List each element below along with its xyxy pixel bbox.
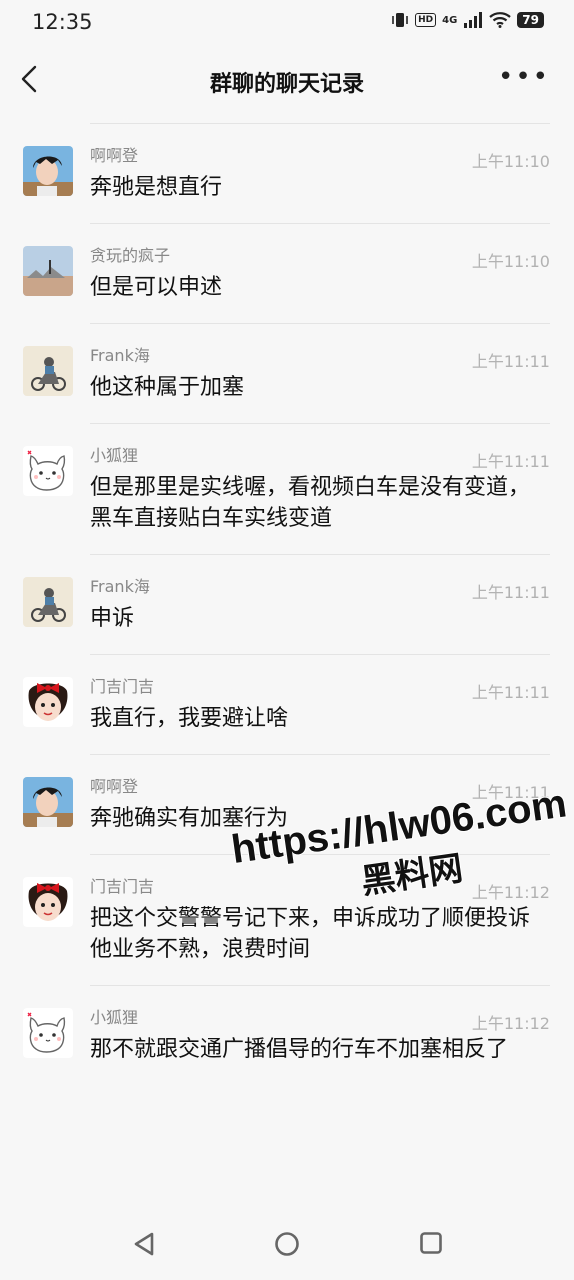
landscape-avatar[interactable] bbox=[23, 246, 73, 296]
message-text: 申诉 bbox=[90, 606, 135, 631]
message-time: 上午11:12 bbox=[471, 883, 550, 902]
status-time: 12:35 bbox=[32, 10, 93, 34]
message-time: 上午11:11 bbox=[471, 683, 550, 702]
cat-doodle-avatar[interactable] bbox=[23, 1008, 73, 1058]
message-text: 但是可以申述 bbox=[90, 275, 223, 300]
battery-icon: 79 bbox=[517, 12, 544, 28]
message-text: 奔驰确实有加塞行为 bbox=[90, 806, 289, 831]
message-list[interactable]: 啊啊登 奔驰是想直行 上午11:10 贪玩的疯子 但是可以申述 上午11:10 Frank海… bbox=[0, 123, 574, 1213]
message-time: 上午11:11 bbox=[471, 452, 550, 471]
message-item[interactable]: 小狐狸 那不就跟交通广播倡导的行车不加塞相反了 上午11:12 bbox=[23, 985, 550, 1085]
system-nav-bar bbox=[0, 1213, 574, 1280]
message-time: 上午11:10 bbox=[471, 252, 550, 271]
message-text: 奔驰是想直行 bbox=[90, 175, 223, 200]
girl-bow-avatar[interactable] bbox=[23, 877, 73, 927]
vibrate-icon bbox=[392, 13, 408, 27]
girl-bow-avatar[interactable] bbox=[23, 677, 73, 727]
message-time: 上午11:12 bbox=[471, 1014, 550, 1033]
recents-square-icon[interactable] bbox=[419, 1231, 443, 1255]
hd-icon: HD bbox=[415, 13, 437, 27]
message-item[interactable]: 门吉门吉 我直行，我要避让啥 上午11:11 bbox=[23, 654, 550, 754]
back-triangle-icon[interactable] bbox=[132, 1231, 156, 1257]
cat-doodle-avatar[interactable] bbox=[23, 446, 73, 496]
message-time: 上午11:11 bbox=[471, 583, 550, 602]
status-icons: HD 4G 79 bbox=[391, 12, 544, 28]
message-text: 他这种属于加塞 bbox=[90, 375, 245, 400]
boy-cartoon-avatar[interactable] bbox=[23, 777, 73, 827]
message-item[interactable]: 贪玩的疯子 但是可以申述 上午11:10 bbox=[23, 223, 550, 323]
message-text: 我直行，我要避让啥 bbox=[90, 706, 289, 731]
boy-cartoon-avatar[interactable] bbox=[23, 146, 73, 196]
message-text: 但是那里是实线喔，看视频白车是没有变道，黑车直接贴白车实线变道 bbox=[90, 475, 531, 531]
message-text: 把这个交警警号记下来，申诉成功了顺便投诉他业务不熟，浪费时间 bbox=[90, 906, 531, 962]
scooter-sketch-avatar[interactable] bbox=[23, 577, 73, 627]
scooter-sketch-avatar[interactable] bbox=[23, 346, 73, 396]
page-title: 群聊的聊天记录 bbox=[209, 72, 364, 97]
message-time: 上午11:11 bbox=[471, 352, 550, 371]
network-label: 4G bbox=[442, 14, 458, 26]
message-item[interactable]: 啊啊登 奔驰是想直行 上午11:10 bbox=[23, 123, 550, 223]
message-item[interactable]: Frank海 申诉 上午11:11 bbox=[23, 554, 550, 654]
wifi-icon bbox=[489, 12, 512, 28]
message-item[interactable]: Frank海 他这种属于加塞 上午11:11 bbox=[23, 323, 550, 423]
message-time: 上午11:11 bbox=[471, 783, 550, 802]
status-bar: 12:35 HD 4G 79 bbox=[0, 0, 574, 44]
message-text: 那不就跟交通广播倡导的行车不加塞相反了 bbox=[90, 1037, 509, 1062]
header: 群聊的聊天记录 ••• bbox=[0, 44, 574, 116]
message-item[interactable]: 门吉门吉 把这个交警警号记下来，申诉成功了顺便投诉他业务不熟，浪费时间 上午11:1… bbox=[23, 854, 550, 985]
message-item[interactable]: 小狐狸 但是那里是实线喔，看视频白车是没有变道，黑车直接贴白车实线变道 上午11:1… bbox=[23, 423, 550, 554]
message-item[interactable]: 啊啊登 奔驰确实有加塞行为 上午11:11 bbox=[23, 754, 550, 854]
signal-icon bbox=[464, 12, 483, 28]
home-circle-icon[interactable] bbox=[274, 1231, 300, 1257]
message-time: 上午11:10 bbox=[471, 152, 550, 171]
more-options-icon[interactable]: ••• bbox=[498, 64, 550, 90]
